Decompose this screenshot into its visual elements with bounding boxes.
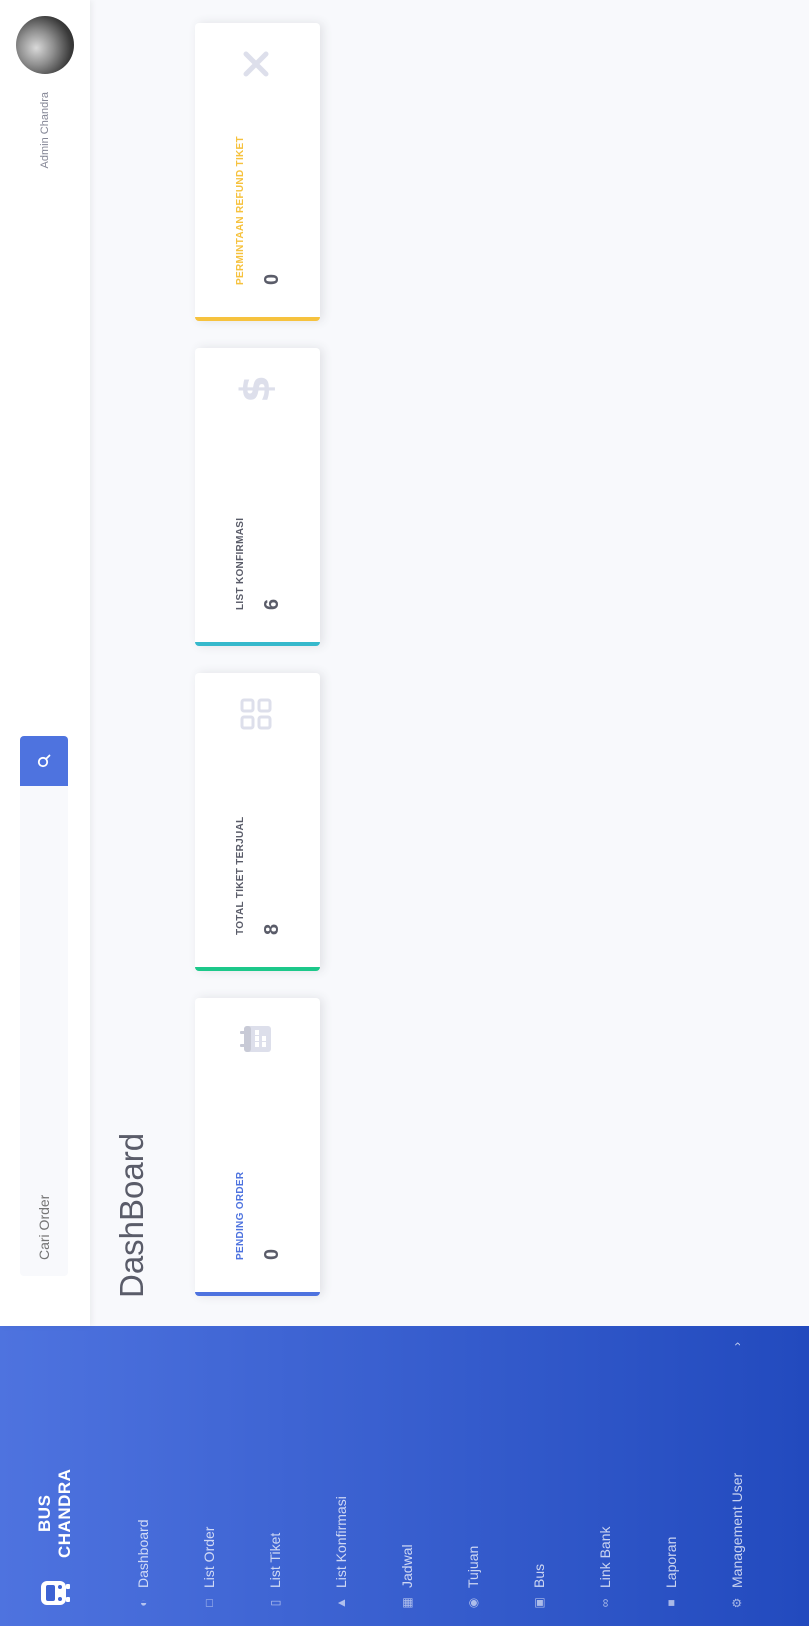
sidebar-item-label: List Order: [201, 1526, 217, 1588]
page-title: DashBoard: [113, 1132, 150, 1298]
sidebar-item-tujuan[interactable]: ◉ Tujuan: [440, 1326, 506, 1626]
sidebar-item-label: List Konfirmasi: [333, 1496, 349, 1588]
card-pending-order: Pending Order 0: [195, 998, 320, 1296]
sidebar-nav: ◐ Dashboard □ List Order ▯ List Tiket ▲ …: [110, 1326, 770, 1626]
user-name: Admin Chandra: [39, 92, 51, 169]
sidebar-item-management-user[interactable]: ⚙ Management User ›: [704, 1326, 770, 1626]
calendar-icon: [237, 1020, 275, 1058]
card-list-konfirmasi: List Konfirmasi 6 $: [195, 348, 320, 646]
card-value: 6: [261, 598, 283, 610]
card-label: Total Tiket Terjual: [235, 816, 246, 935]
sidebar-item-dashboard[interactable]: ◐ Dashboard: [110, 1326, 176, 1626]
brand-line2: CHANDRA: [55, 1468, 74, 1558]
list-icon: □: [202, 1599, 216, 1607]
card-value: 8: [261, 923, 283, 935]
search-button[interactable]: [20, 736, 68, 786]
card-total-tiket-terjual: Total Tiket Terjual 8: [195, 673, 320, 971]
report-icon: ■: [664, 1599, 678, 1607]
location-icon: ◉: [466, 1597, 480, 1609]
search-input[interactable]: [20, 786, 68, 1276]
link-icon: ∞: [598, 1598, 612, 1608]
topbar: Admin Chandra: [0, 0, 90, 1326]
app-window: BUS CHANDRA ◐ Dashboard □ List Order ▯ L…: [0, 0, 809, 1626]
brand[interactable]: BUS CHANDRA: [0, 1326, 110, 1626]
search-group: [20, 736, 68, 1276]
sidebar-item-list-tiket[interactable]: ▯ List Tiket: [242, 1326, 308, 1626]
sidebar-item-list-konfirmasi[interactable]: ▲ List Konfirmasi: [308, 1326, 374, 1626]
card-label: List Konfirmasi: [235, 517, 246, 610]
sidebar-item-jadwal[interactable]: ▦ Jadwal: [374, 1326, 440, 1626]
sidebar-item-laporan[interactable]: ■ Laporan: [638, 1326, 704, 1626]
grid-icon: [237, 695, 275, 733]
ticket-icon: ▯: [268, 1599, 282, 1607]
sidebar-item-label: Dashboard: [135, 1519, 151, 1589]
sidebar-item-label: Bus: [531, 1563, 547, 1588]
card-label: Permintaan Refund Tiket: [235, 136, 246, 285]
confirm-icon: ▲: [334, 1597, 348, 1609]
user-cog-icon: ⚙: [730, 1597, 744, 1609]
sidebar-item-bus[interactable]: ▣ Bus: [506, 1326, 572, 1626]
bus-logo-icon: [41, 1581, 70, 1605]
dollar-icon: $: [233, 375, 279, 403]
card-value: 0: [261, 273, 283, 285]
brand-line1: BUS: [35, 1494, 54, 1532]
sidebar-item-list-order[interactable]: □ List Order: [176, 1326, 242, 1626]
sidebar-item-label: Management User: [729, 1472, 745, 1588]
card-permintaan-refund-tiket: Permintaan Refund Tiket 0: [195, 23, 320, 321]
avatar[interactable]: [16, 16, 74, 74]
brand-text: BUS CHANDRA: [35, 1469, 75, 1558]
dashboard-icon: ◐: [136, 1599, 150, 1607]
sidebar-item-label: Link Bank: [597, 1526, 613, 1588]
sidebar-item-label: List Tiket: [267, 1532, 283, 1588]
calendar-icon: ▦: [400, 1597, 414, 1609]
sidebar-item-label: Tujuan: [465, 1545, 481, 1588]
chevron-right-icon: ›: [730, 1342, 744, 1346]
close-icon: [237, 45, 275, 83]
sidebar-item-label: Jadwal: [399, 1544, 415, 1588]
user-menu[interactable]: Admin Chandra: [0, 16, 90, 168]
sidebar-item-label: Laporan: [663, 1536, 679, 1588]
card-value: 0: [261, 1248, 283, 1260]
bus-icon: ▣: [532, 1597, 546, 1609]
sidebar: BUS CHANDRA ◐ Dashboard □ List Order ▯ L…: [0, 1326, 809, 1626]
search-icon: [37, 754, 51, 768]
sidebar-item-link-bank[interactable]: ∞ Link Bank: [572, 1326, 638, 1626]
card-label: Pending Order: [235, 1171, 246, 1260]
